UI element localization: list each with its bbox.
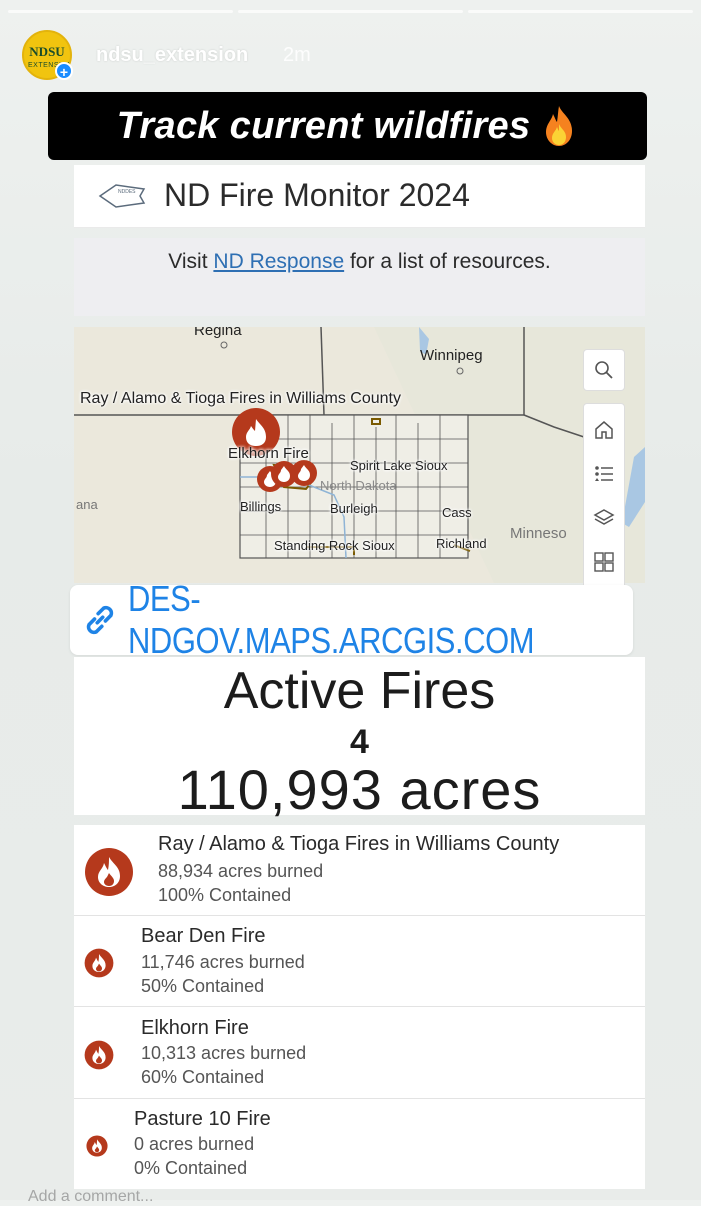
- map-label-winnipeg: Winnipeg: [420, 347, 483, 364]
- active-fires-summary: Active Fires 4 110,993 acres: [74, 657, 645, 821]
- layers-icon: [593, 509, 615, 525]
- fire-acres: 0 acres burned: [134, 1134, 255, 1154]
- fire-acres: 10,313 acres burned: [141, 1043, 307, 1063]
- map-toolbar: [583, 349, 627, 589]
- svg-text:NDDES: NDDES: [118, 189, 136, 195]
- search-icon: [595, 361, 613, 379]
- map-label-spirit-lake: Spirit Lake Sioux: [350, 458, 448, 473]
- basemap-icon: [594, 552, 614, 572]
- fire-map[interactable]: Regina Winnipeg Ray / Alamo & Tioga Fire…: [74, 327, 645, 583]
- map-home-button[interactable]: [584, 408, 624, 452]
- add-story-icon[interactable]: +: [55, 62, 73, 80]
- map-label-ray-alamo: Ray / Alamo & Tioga Fires in Williams Co…: [80, 390, 401, 407]
- legend-icon: [595, 466, 613, 481]
- fire-name: Ray / Alamo & Tioga Fires in Williams Co…: [158, 833, 560, 855]
- fire-contained: 100% Contained: [158, 885, 292, 905]
- map-tool-stack: [583, 403, 625, 589]
- link-icon: [86, 605, 114, 635]
- home-icon: [595, 421, 613, 439]
- map-label-minneso: Minneso: [510, 525, 567, 542]
- resources-text: Visit ND Response for a list of resource…: [74, 250, 645, 274]
- fire-contained: 60% Contained: [141, 1067, 265, 1087]
- map-basemap-button[interactable]: [584, 540, 624, 584]
- fire-name: Bear Den Fire: [141, 925, 266, 947]
- map-search-button[interactable]: [583, 349, 625, 391]
- link-sticker[interactable]: DES-NDGOV.MAPS.ARCGIS.COM: [70, 578, 633, 661]
- fire-contained: 0% Contained: [134, 1158, 248, 1178]
- map-label-elkhorn: Elkhorn Fire: [228, 445, 309, 462]
- add-comment-input[interactable]: Add a comment...: [28, 1188, 153, 1206]
- map-label-north-dakota: North Dakota: [320, 478, 397, 493]
- username[interactable]: ndsu_extension: [96, 44, 248, 67]
- fire-emoji-icon: [546, 106, 573, 146]
- map-label-cass: Cass: [442, 505, 472, 520]
- avatar-logo-text: NDSU: [29, 44, 65, 59]
- active-fires-heading: Active Fires: [223, 662, 496, 720]
- progress-segment: [8, 10, 233, 13]
- map-label-burleigh: Burleigh: [330, 501, 378, 516]
- banner-sticker: Track current wildfires: [48, 92, 647, 160]
- app-title: ND Fire Monitor 2024: [164, 177, 470, 213]
- total-acres: 110,993 acres: [177, 758, 542, 821]
- fire-icon: [84, 1040, 114, 1070]
- fire-name: Pasture 10 Fire: [134, 1108, 271, 1130]
- list-item[interactable]: Bear Den Fire 11,746 acres burned 50% Co…: [74, 916, 645, 1007]
- fire-acres: 11,746 acres burned: [141, 952, 305, 972]
- map-label-billings: Billings: [240, 499, 282, 514]
- map-layers-button[interactable]: [584, 496, 624, 540]
- map-legend-button[interactable]: [584, 452, 624, 496]
- fire-name: Elkhorn Fire: [141, 1017, 249, 1039]
- list-item[interactable]: Ray / Alamo & Tioga Fires in Williams Co…: [74, 825, 645, 916]
- nd-response-link[interactable]: ND Response: [213, 250, 344, 273]
- app-header: NDDES ND Fire Monitor 2024: [74, 165, 645, 228]
- fire-contained: 50% Contained: [141, 976, 265, 996]
- fire-icon: [86, 1135, 108, 1157]
- progress-segment: [468, 10, 693, 13]
- resources-banner: Visit ND Response for a list of resource…: [74, 238, 645, 316]
- map-label-richland: Richland: [436, 536, 487, 551]
- resources-prefix: Visit: [168, 250, 214, 273]
- map-label-ana: ana: [76, 497, 98, 512]
- list-item[interactable]: Elkhorn Fire 10,313 acres burned 60% Con…: [74, 1007, 645, 1099]
- banner-text: Track current wildfires: [116, 104, 531, 147]
- fire-icon: [85, 848, 133, 896]
- arrowhead-logo-icon: NDDES: [98, 184, 146, 208]
- link-url[interactable]: DES-NDGOV.MAPS.ARCGIS.COM: [128, 578, 562, 662]
- fire-acres: 88,934 acres burned: [158, 861, 324, 881]
- list-item[interactable]: Pasture 10 Fire 0 acres burned 0% Contai…: [74, 1099, 645, 1189]
- map-label-regina: Regina: [194, 327, 242, 339]
- post-time: 2m: [283, 44, 311, 66]
- fire-marker[interactable]: [291, 460, 317, 486]
- progress-segment: [238, 10, 463, 13]
- story-progress: [8, 10, 693, 13]
- resources-suffix: for a list of resources.: [344, 250, 551, 273]
- map-label-standing-rock: Standing Rock Sioux: [274, 538, 395, 553]
- fire-icon: [84, 948, 114, 978]
